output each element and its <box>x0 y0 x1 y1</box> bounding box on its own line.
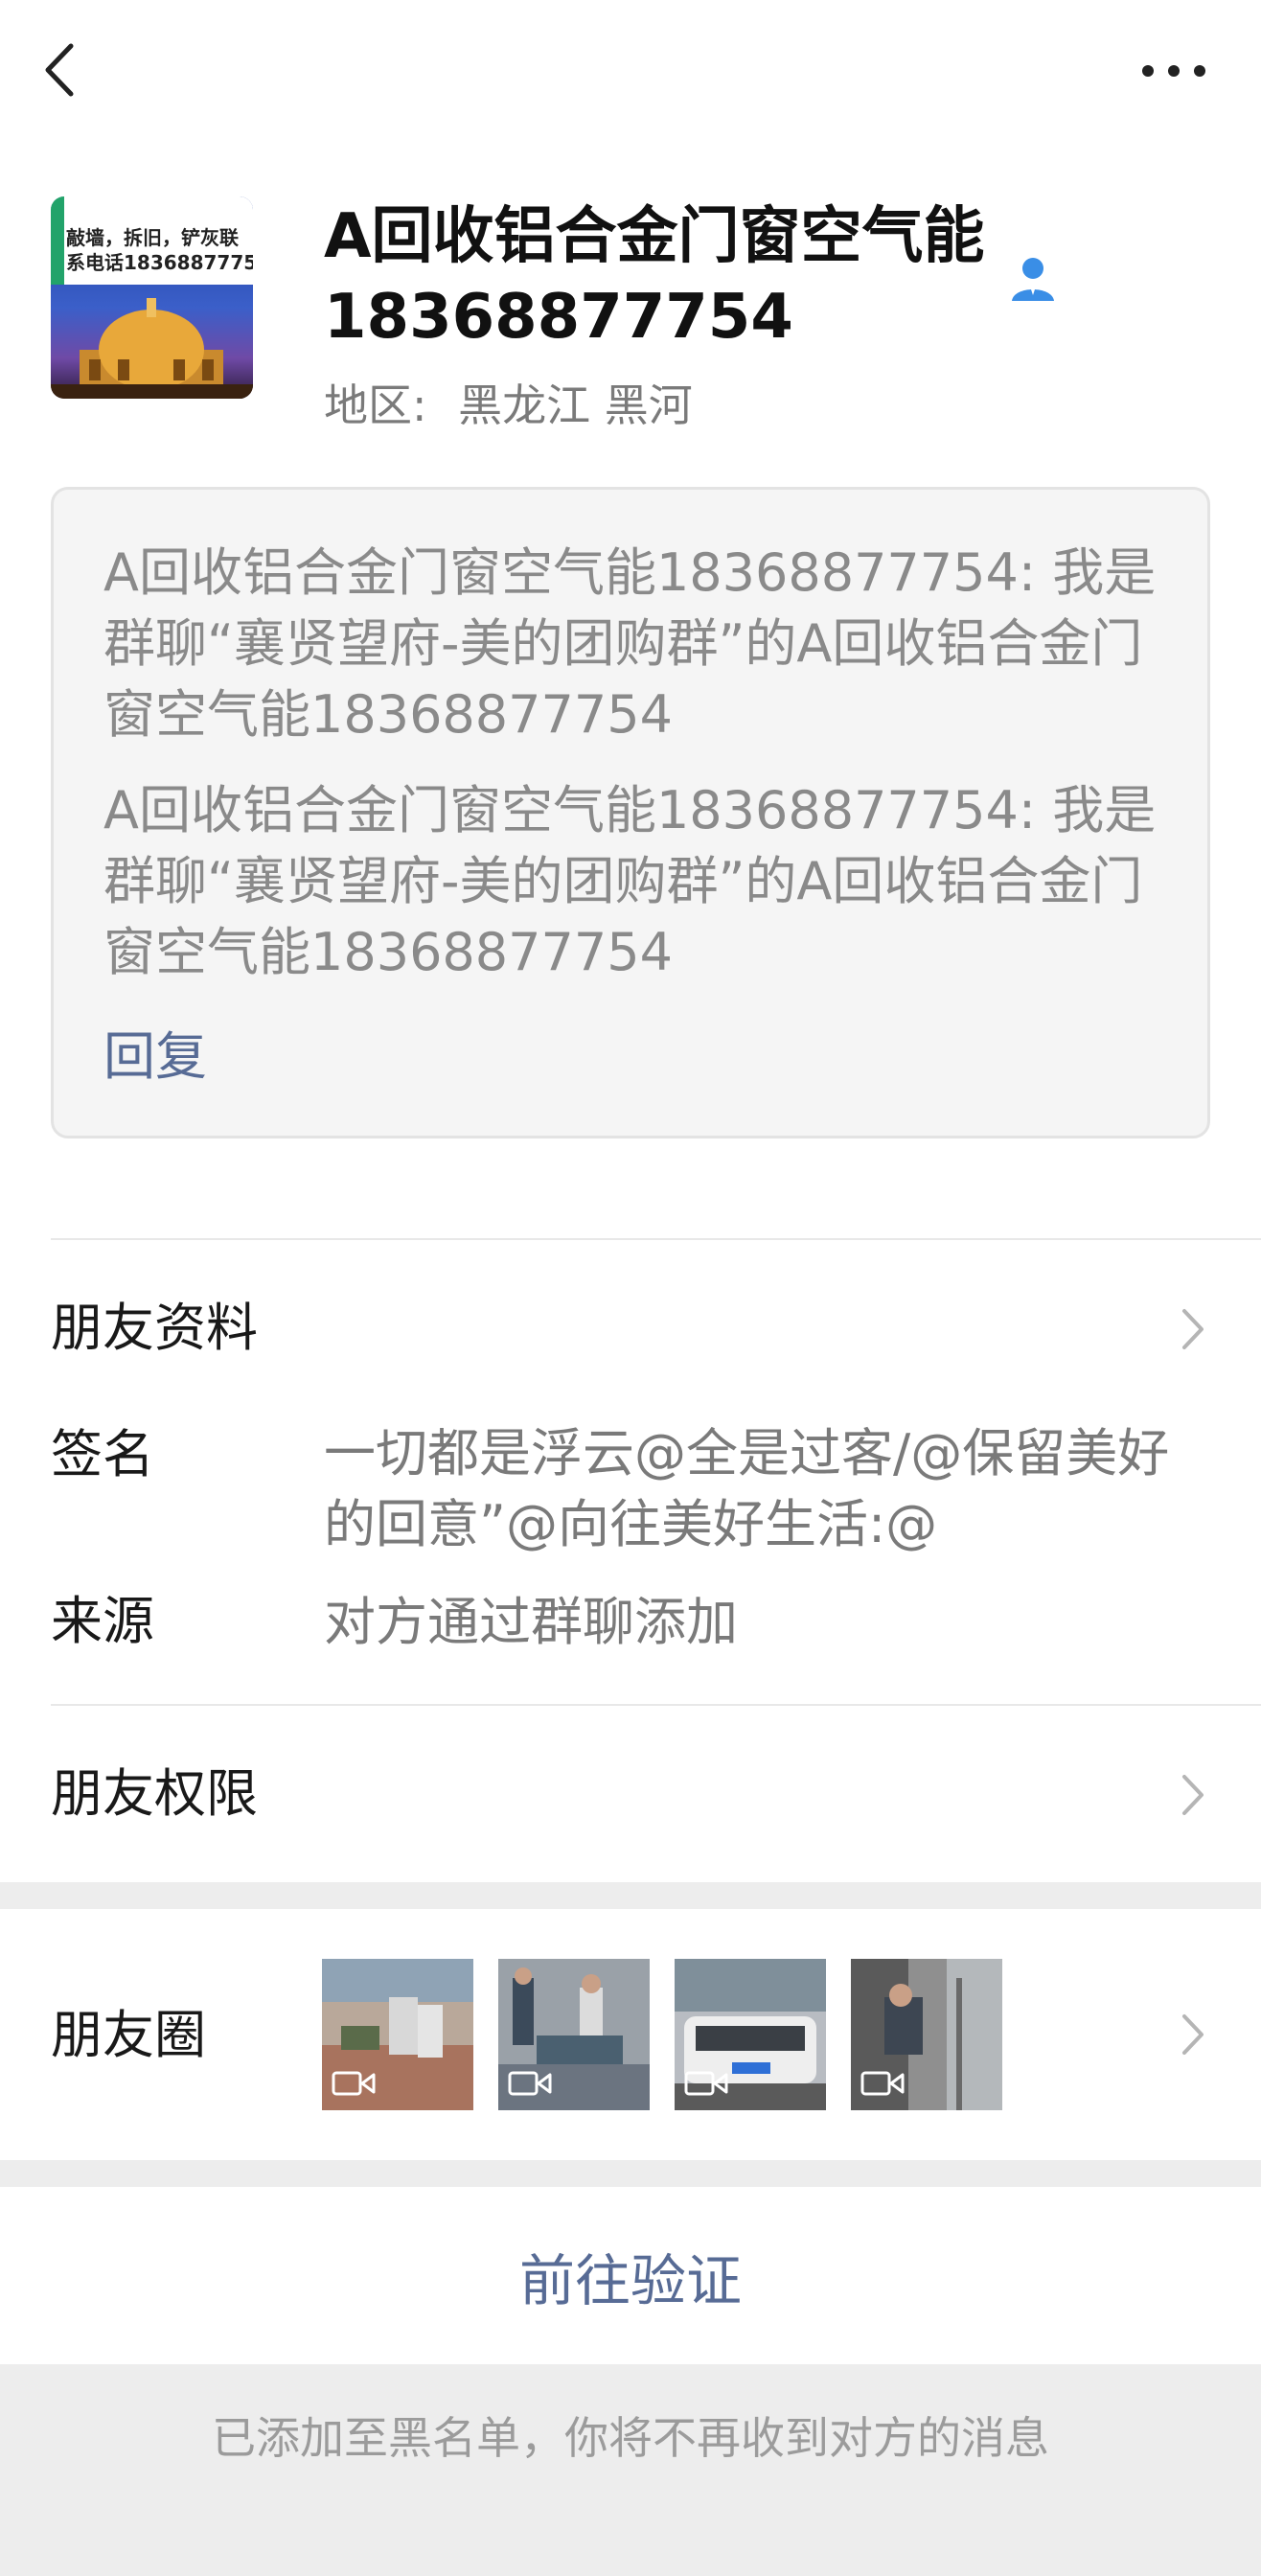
moments-thumbnail[interactable] <box>498 1959 650 2110</box>
verify-button[interactable]: 前往验证 <box>0 2187 1261 2364</box>
moments-thumbnail[interactable] <box>851 1959 1002 2110</box>
friend-profile-label: 朋友资料 <box>51 1298 258 1358</box>
moments-thumbnail[interactable] <box>675 1959 826 2110</box>
source-value: 对方通过群聊添加 <box>324 1592 738 1652</box>
avatar-image: 敲墙，拆旧，铲灰联 系电话18368877754 <box>51 196 253 399</box>
video-icon <box>508 2071 552 2096</box>
region: 地区: 黑龙江 黑河 <box>324 372 693 439</box>
moments-label: 朋友圈 <box>51 2005 206 2065</box>
divider <box>51 1238 1261 1240</box>
avatar-text-line1: 敲墙，拆旧，铲灰联 <box>66 226 239 249</box>
greeting-card: A回收铝合金门窗空气能18368877754: 我是群聊“襄贤望府-美的团购群”… <box>51 487 1210 1138</box>
chevron-right-icon <box>1182 1309 1204 1349</box>
divider <box>51 1704 1261 1706</box>
user-verified-icon <box>1006 251 1060 305</box>
top-bar <box>0 0 1261 144</box>
avatar[interactable]: 敲墙，拆旧，铲灰联 系电话18368877754 <box>51 196 253 399</box>
chevron-right-icon <box>1182 2014 1204 2055</box>
video-icon <box>684 2071 728 2096</box>
section-gap <box>0 2160 1261 2187</box>
back-button[interactable] <box>34 36 92 104</box>
video-icon <box>860 2071 905 2096</box>
moments-thumbnail[interactable] <box>322 1959 473 2110</box>
more-button[interactable] <box>1131 42 1217 100</box>
contact-name: A回收铝合金门窗空气能18368877754 <box>324 201 985 353</box>
chevron-right-icon <box>1182 1775 1204 1815</box>
source-label: 来源 <box>51 1591 154 1651</box>
section-gap <box>0 1882 1261 1909</box>
signature-label: 签名 <box>51 1424 154 1484</box>
friend-permissions-label: 朋友权限 <box>51 1763 258 1824</box>
blacklist-notice: 已添加至黑名单，你将不再收到对方的消息 <box>0 2364 1261 2576</box>
signature-value: 一切都是浮云@全是过客/@保留美好的回意”@向往美好生活:@ <box>324 1423 1170 1554</box>
greeting-message: A回收铝合金门窗空气能18368877754: 我是群聊“襄贤望府-美的团购群”… <box>103 542 1157 745</box>
avatar-text-line2: 系电话18368877754 <box>66 251 253 274</box>
region-label: 地区: <box>324 380 427 431</box>
chevron-left-icon <box>45 43 74 97</box>
greeting-message: A回收铝合金门窗空气能18368877754: 我是群聊“襄贤望府-美的团购群”… <box>103 780 1157 982</box>
region-value: 黑龙江 黑河 <box>458 380 693 431</box>
video-icon <box>332 2071 376 2096</box>
reply-link[interactable]: 回复 <box>103 1017 207 1097</box>
ellipsis-icon <box>1142 65 1205 77</box>
